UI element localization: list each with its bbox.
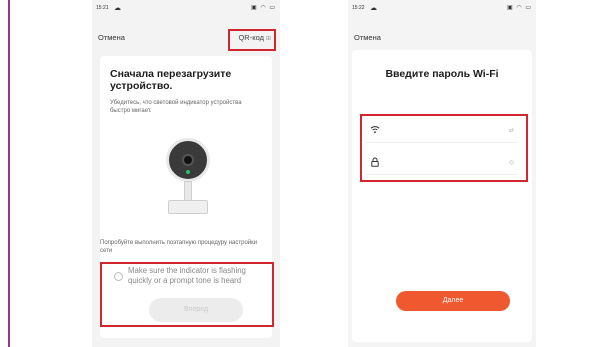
weather-icon: ☁ xyxy=(370,5,377,12)
page-title: Введите пароль Wi-Fi xyxy=(385,68,499,80)
camera-lens-icon xyxy=(182,154,194,166)
wifi-icon xyxy=(370,125,380,136)
status-bar: 15:21 ☁ ▣ ◠ ▭ xyxy=(96,5,276,15)
camera-base-icon xyxy=(168,200,208,214)
weather-icon: ☁ xyxy=(114,5,121,12)
camera-head-icon xyxy=(166,138,210,182)
next-button[interactable]: Далее xyxy=(396,291,510,311)
wifi-password-input[interactable] xyxy=(384,157,498,171)
cancel-button[interactable]: Отмена xyxy=(354,33,381,42)
indicator-light-icon xyxy=(186,170,190,174)
alternative-setup-link[interactable]: Попробуйте выполнить поэтапную процедуру… xyxy=(100,239,264,255)
camera-stand-icon xyxy=(184,181,192,201)
status-icons: ▣ ◠ ▭ xyxy=(507,5,532,11)
page-subtitle: Убедитесь, что световой индикатор устрой… xyxy=(110,100,242,114)
status-bar: 15:22 ☁ ▣ ◠ ▭ xyxy=(352,5,532,15)
reset-card: Сначала перезагрузите устройство. Убедит… xyxy=(100,56,272,338)
confirm-radio[interactable] xyxy=(114,272,123,281)
switch-network-icon[interactable]: ⇄ xyxy=(509,127,514,134)
qr-code-button[interactable]: QR-код ⊞ xyxy=(235,31,274,44)
page-title: Сначала перезагрузите устройство. xyxy=(110,68,232,92)
next-button[interactable]: Вперед xyxy=(149,298,243,322)
cancel-button[interactable]: Отмена xyxy=(98,33,125,42)
show-password-eye-icon[interactable]: ◎ xyxy=(509,159,514,166)
confirm-label: Make sure the indicator is flashing quic… xyxy=(128,266,246,285)
wifi-card: Введите пароль Wi-Fi ⇄ ◎ Далее xyxy=(352,50,532,342)
qr-code-label: QR-код xyxy=(238,33,264,42)
wifi-ssid-field[interactable]: ⇄ xyxy=(366,122,518,143)
wifi-password-screen: 15:22 ☁ ▣ ◠ ▭ Отмена Введите пароль Wi-F… xyxy=(348,0,536,347)
qr-code-icon: ⊞ xyxy=(265,36,271,42)
status-time: 15:21 xyxy=(96,5,109,11)
status-icons: ▣ ◠ ▭ xyxy=(251,5,276,11)
camera-illustration xyxy=(110,124,262,229)
status-time: 15:22 xyxy=(352,5,365,11)
reset-device-screen: 15:21 ☁ ▣ ◠ ▭ Отмена QR-код ⊞ Сначала пер… xyxy=(92,0,280,347)
wifi-ssid-input[interactable] xyxy=(384,125,498,139)
lock-icon xyxy=(370,157,380,169)
wifi-password-field[interactable]: ◎ xyxy=(366,154,518,175)
page-rule xyxy=(8,0,10,347)
